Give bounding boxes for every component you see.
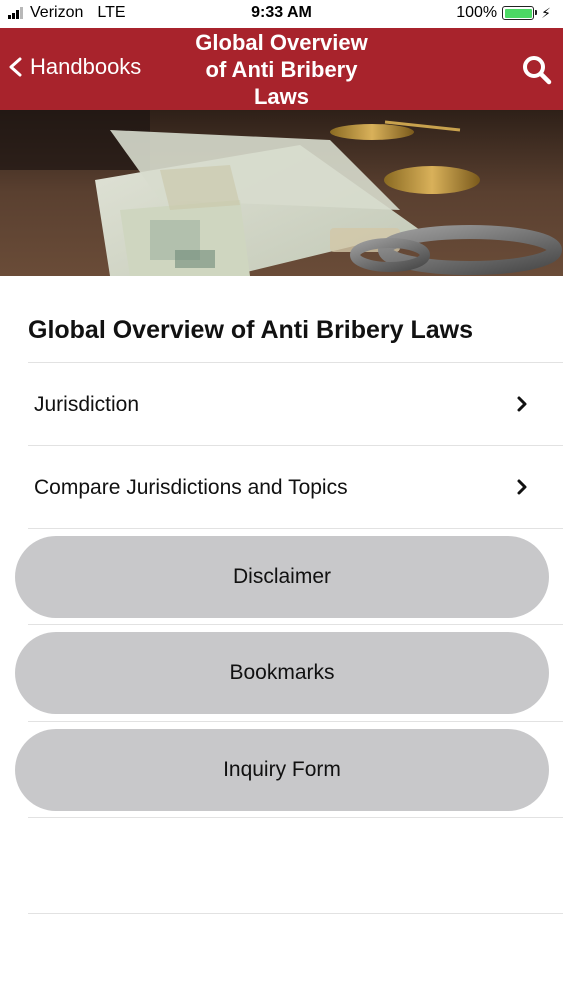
battery-percent: 100% [456, 4, 498, 21]
status-right: 100% ⚡ [456, 4, 551, 22]
page-title: Global Overview of Anti Bribery Laws [28, 316, 474, 344]
nav-title-line: Global Overview [195, 30, 368, 55]
chevron-right-icon [517, 479, 527, 495]
search-icon[interactable] [521, 54, 553, 86]
nav-title-line: of Anti Bribery [205, 57, 358, 82]
inquiry-form-button[interactable]: Inquiry Form [15, 729, 549, 811]
list-item-label: Jurisdiction [34, 393, 140, 416]
bookmarks-button[interactable]: Bookmarks [15, 632, 549, 714]
status-bar: Verizon LTE 9:33 AM 100% ⚡ [0, 0, 563, 28]
list-item-label: Compare Jurisdictions and Topics [34, 476, 348, 499]
back-button-label: Handbooks [30, 54, 142, 79]
divider [28, 913, 563, 914]
money-scales-handcuffs-image [0, 110, 563, 276]
list-item-jurisdiction[interactable]: Jurisdiction [0, 363, 563, 445]
nav-title: Global Overview of Anti Bribery Laws [170, 28, 393, 110]
nav-title-line: Laws [253, 84, 310, 109]
back-button[interactable]: Handbooks [6, 54, 141, 80]
divider [28, 817, 563, 818]
battery-icon [502, 6, 538, 20]
chevron-left-icon [9, 57, 22, 77]
disclaimer-button[interactable]: Disclaimer [15, 536, 549, 618]
hero-image [0, 110, 563, 276]
divider [28, 528, 563, 529]
divider [28, 624, 563, 625]
nav-bar: Handbooks Global Overview of Anti Briber… [0, 28, 563, 110]
divider [28, 721, 563, 722]
charging-icon: ⚡ [541, 4, 551, 21]
chevron-right-icon [517, 396, 527, 412]
list-item-compare-jurisdictions[interactable]: Compare Jurisdictions and Topics [0, 446, 563, 528]
